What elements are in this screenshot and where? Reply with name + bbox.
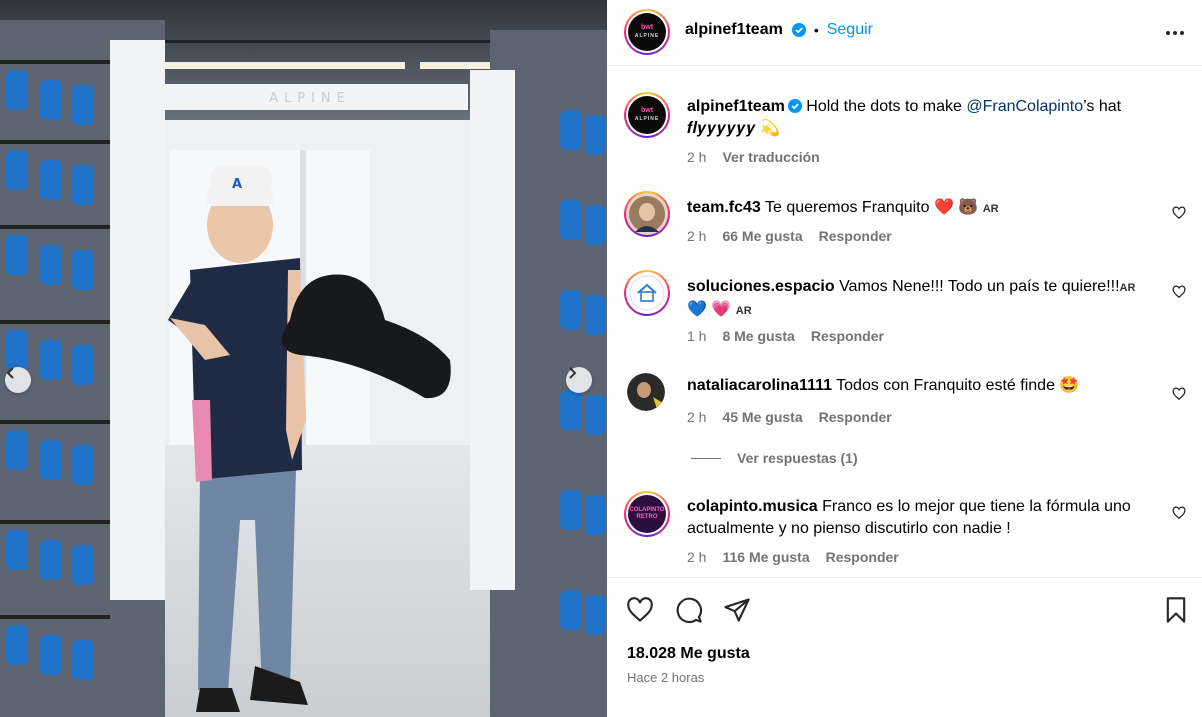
comment-avatar[interactable] [624, 270, 670, 316]
carousel-prev-button[interactable] [5, 367, 31, 393]
heart-icon[interactable] [1172, 506, 1186, 520]
caption-time[interactable]: 2 h [687, 149, 706, 165]
post-header: bwt ALPINE alpinef1team • Seguir [607, 0, 1202, 66]
view-replies-button[interactable]: Ver respuestas (1) [691, 450, 858, 466]
comment-likes[interactable]: 116 Me gusta [722, 549, 809, 565]
comment-icon[interactable] [675, 596, 703, 624]
bookmark-icon[interactable] [1162, 596, 1190, 624]
comment-username[interactable]: team.fc43 [687, 199, 761, 216]
flag-label: AR [1119, 282, 1136, 294]
chevron-left-icon [6, 367, 14, 379]
caption-body: Hold the dots to make [806, 98, 967, 115]
heart-icon[interactable] [1172, 206, 1186, 220]
comment-time[interactable]: 2 h [687, 549, 706, 565]
heart-icon[interactable] [626, 596, 654, 624]
follow-button[interactable]: Seguir [827, 21, 873, 39]
comment-time[interactable]: 2 h [687, 409, 706, 425]
comment-text: Vamos Nene!!! Todo un país te quiere!!! [839, 278, 1120, 295]
caption-emoji: 💫 [760, 120, 781, 137]
flag-label: AR [982, 203, 999, 215]
verified-badge-icon [791, 23, 806, 37]
share-icon[interactable] [723, 596, 751, 624]
post-timestamp[interactable]: Hace 2 horas [627, 670, 704, 685]
view-replies-label: Ver respuestas (1) [737, 450, 858, 466]
post-details-panel: bwt ALPINE alpinef1team • Seguir bwt ALP… [607, 0, 1202, 717]
comment-avatar[interactable] [624, 191, 670, 237]
avatar-photo [629, 196, 665, 232]
carousel-next-button[interactable] [566, 367, 592, 393]
reply-button[interactable]: Responder [819, 228, 892, 244]
reply-button[interactable]: Responder [826, 549, 899, 565]
post-photo[interactable]: ALPINE A [0, 0, 607, 717]
caption-text: alpinef1team Hold the dots to make @Fran… [687, 96, 1147, 140]
svg-text:A: A [232, 177, 242, 192]
avatar-logo: COLAPINTO RETRO [628, 495, 666, 533]
chevron-right-icon [569, 367, 577, 379]
heart-icon[interactable] [1172, 285, 1186, 299]
post-actions: 18.028 Me gusta Hace 2 horas [607, 577, 1202, 717]
comment-likes[interactable]: 45 Me gusta [722, 409, 802, 425]
comment-username[interactable]: colapinto.musica [687, 498, 818, 515]
like-count[interactable]: 18.028 Me gusta [627, 645, 750, 663]
author-username[interactable]: alpinef1team [685, 21, 783, 39]
heart-icon[interactable] [1172, 387, 1186, 401]
reply-button[interactable]: Responder [811, 328, 884, 344]
comment-username[interactable]: nataliacarolina1111 [687, 377, 832, 394]
author-avatar[interactable]: bwt ALPINE [624, 9, 670, 55]
caption-avatar-logo-main: bwt [640, 107, 654, 114]
replies-line [691, 457, 721, 459]
comment-likes[interactable]: 8 Me gusta [722, 328, 794, 344]
comments-list[interactable]: bwt ALPINE alpinef1team Hold the dots to… [607, 67, 1202, 577]
caption-mention[interactable]: @FranColapinto [966, 98, 1083, 115]
reply-button[interactable]: Responder [819, 409, 892, 425]
comment-text-line2: 💙 💗 [687, 301, 732, 318]
photo-illustration: ALPINE A [0, 0, 607, 717]
photo-sign-text: ALPINE [269, 91, 351, 106]
caption-meta: 2 h Ver traducción [687, 149, 820, 165]
separator-dot: • [813, 22, 819, 38]
comment-time[interactable]: 2 h [687, 228, 706, 244]
comment-avatar[interactable] [627, 373, 665, 411]
house-icon [629, 275, 665, 311]
comment-text: Te queremos Franquito ❤️ 🐻 [764, 199, 979, 216]
comment-username[interactable]: soluciones.espacio [687, 278, 835, 295]
avatar-logo-main: bwt [640, 24, 654, 31]
caption-body-end: ’s hat [1083, 98, 1122, 115]
avatar-photo [627, 373, 665, 411]
see-translation-button[interactable]: Ver traducción [722, 149, 819, 165]
caption-line2: 𝒇𝒍𝒚𝒚𝒚𝒚𝒚𝒚 [687, 120, 761, 137]
caption-username[interactable]: alpinef1team [687, 98, 785, 115]
comment-likes[interactable]: 66 Me gusta [722, 228, 802, 244]
flag-label: AR [735, 305, 752, 317]
caption-avatar-logo-sub: ALPINE [634, 116, 660, 122]
verified-badge-icon [787, 99, 802, 113]
caption-avatar[interactable]: bwt ALPINE [624, 92, 670, 138]
avatar-logo-sub: ALPINE [634, 33, 660, 39]
comment-time[interactable]: 1 h [687, 328, 706, 344]
comment-text: Todos con Franquito esté finde 🤩 [836, 377, 1080, 394]
comment-avatar[interactable]: COLAPINTO RETRO [624, 491, 670, 537]
more-icon[interactable] [1164, 22, 1186, 44]
